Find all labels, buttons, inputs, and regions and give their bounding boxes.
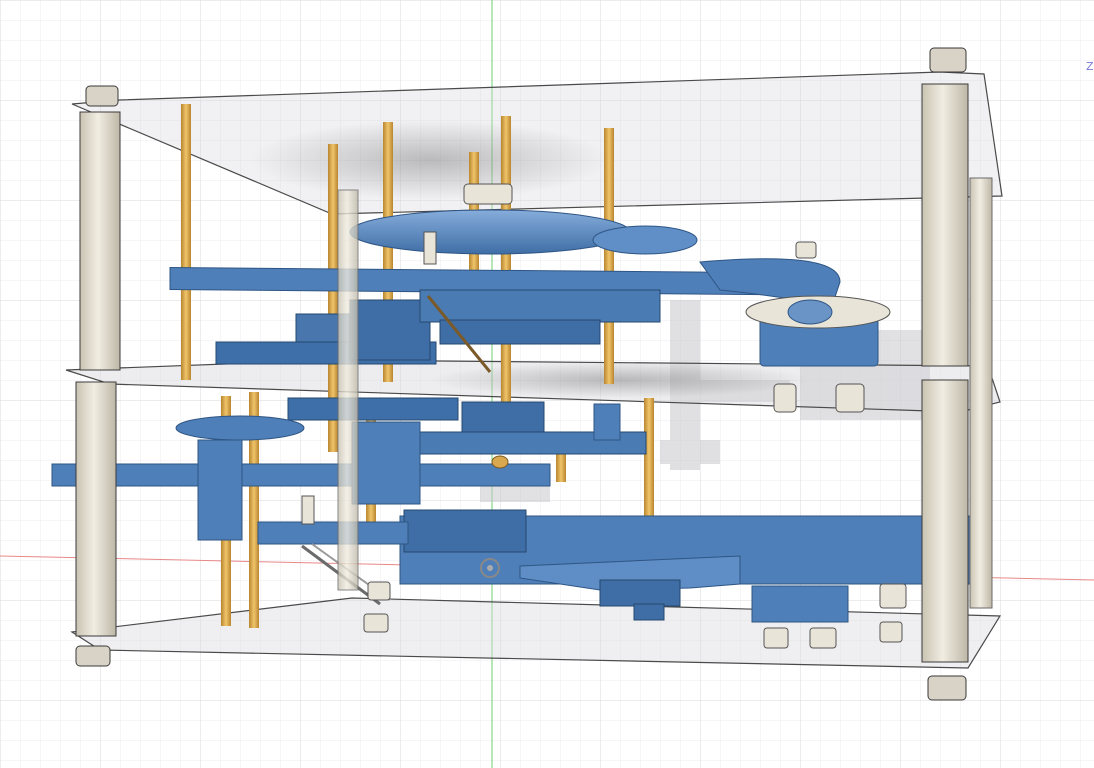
screw bbox=[367, 581, 391, 601]
standoff-cap bbox=[929, 47, 967, 73]
standoff-back-right bbox=[969, 177, 993, 609]
motor-shaft-boss bbox=[787, 299, 833, 325]
screw bbox=[463, 183, 513, 205]
brass-shaft bbox=[501, 116, 511, 406]
standoff-cap bbox=[75, 645, 111, 667]
brass-shaft bbox=[604, 128, 614, 384]
gear-teeth bbox=[461, 401, 545, 433]
screw bbox=[773, 383, 797, 413]
lower-bridge-bar bbox=[51, 463, 551, 487]
screw bbox=[879, 583, 907, 609]
great-wheel-disc bbox=[349, 209, 631, 255]
standoff-cap bbox=[927, 675, 967, 701]
screw bbox=[301, 495, 315, 525]
viewcube-axis-label[interactable]: Z bbox=[1086, 60, 1094, 73]
escape-pinion bbox=[599, 579, 681, 607]
escape-pinion bbox=[633, 603, 665, 621]
pillar-block bbox=[351, 421, 421, 505]
gear-teeth bbox=[349, 299, 431, 361]
standoff-cap bbox=[85, 85, 119, 107]
arm-bar bbox=[257, 521, 409, 545]
brass-pin bbox=[491, 455, 509, 469]
screw bbox=[835, 383, 865, 413]
escape-block bbox=[751, 585, 849, 623]
standoff-bottom-right bbox=[921, 379, 969, 663]
gear-teeth bbox=[419, 289, 661, 323]
pillar-block bbox=[197, 439, 243, 541]
screw bbox=[809, 627, 837, 649]
plate-shading bbox=[250, 120, 610, 200]
lower-wheel bbox=[175, 415, 305, 441]
gear-teeth bbox=[287, 397, 459, 421]
standoff-top-left bbox=[79, 111, 121, 371]
wheel-hub bbox=[592, 225, 698, 255]
screw bbox=[363, 613, 389, 633]
standoff-bottom-left bbox=[75, 381, 117, 637]
3d-model-canvas[interactable] bbox=[0, 0, 1094, 768]
screw bbox=[879, 621, 903, 643]
brass-shaft bbox=[181, 104, 191, 380]
screw bbox=[795, 241, 817, 259]
screw bbox=[423, 231, 437, 265]
screw bbox=[763, 627, 789, 649]
pillar-block bbox=[593, 403, 621, 441]
cad-viewport[interactable]: Z bbox=[0, 0, 1094, 768]
lever-teeth bbox=[403, 509, 527, 553]
standoff-back-left bbox=[337, 189, 359, 591]
standoff-top-right bbox=[921, 83, 969, 367]
